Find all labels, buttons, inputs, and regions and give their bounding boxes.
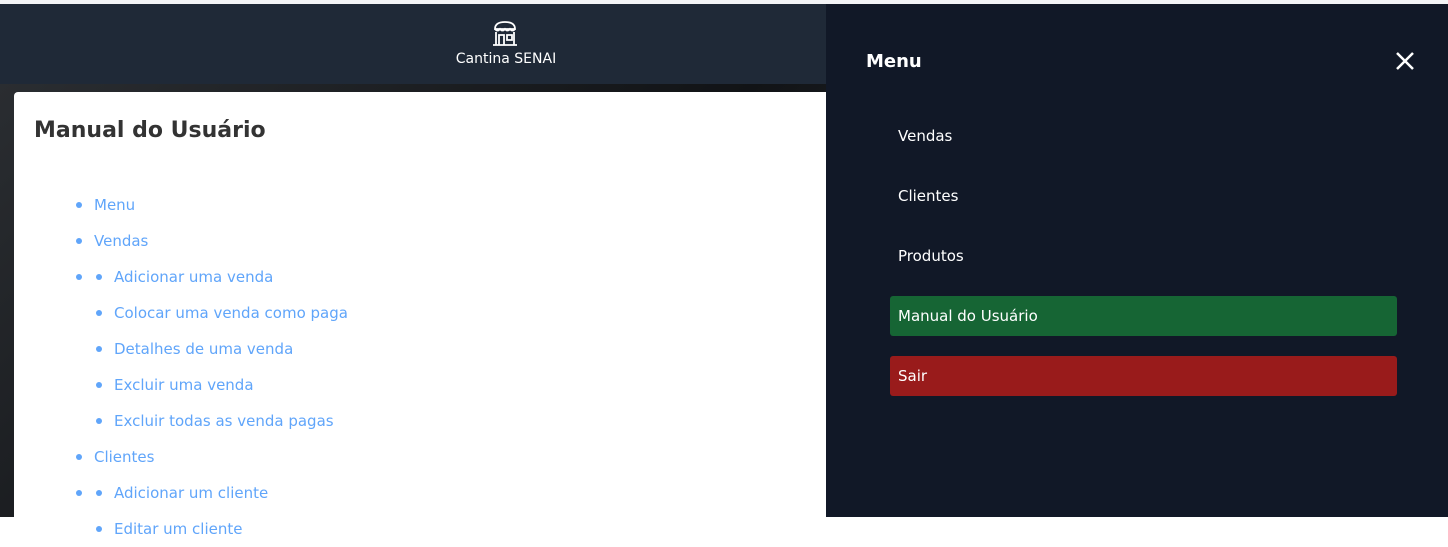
toc-group-vendas: Adicionar uma venda Colocar uma venda co…	[76, 259, 806, 439]
menu-item-produtos[interactable]: Produtos	[890, 236, 1397, 276]
menu-title: Menu	[866, 51, 922, 72]
toc-link[interactable]: Colocar uma venda como paga	[96, 295, 806, 331]
app-header: Cantina SENAI	[0, 4, 826, 84]
toc-link[interactable]: Adicionar uma venda	[96, 259, 806, 295]
menu-item-manual[interactable]: Manual do Usuário	[890, 296, 1397, 336]
toc-link[interactable]: Editar um cliente	[96, 511, 806, 547]
page-title: Manual do Usuário	[34, 118, 266, 143]
menu-item-clientes[interactable]: Clientes	[890, 176, 1397, 216]
menu-item-vendas[interactable]: Vendas	[890, 116, 1397, 156]
toc-link-clientes[interactable]: Clientes	[76, 439, 806, 475]
toc-link[interactable]: Detalhes de uma venda	[96, 331, 806, 367]
menu-item-sair[interactable]: Sair	[890, 356, 1397, 396]
toc-link-vendas[interactable]: Vendas	[76, 223, 806, 259]
toc-link-menu[interactable]: Menu	[76, 187, 806, 223]
store-icon	[493, 21, 517, 46]
side-menu: Menu Vendas Clientes Produtos Manual do …	[826, 4, 1448, 517]
toc-group-clientes: Adicionar um cliente Editar um cliente	[76, 475, 806, 547]
manual-toc: Menu Vendas Adicionar uma venda Colocar …	[34, 187, 806, 547]
manual-card: Manual do Usuário Menu Vendas Adicionar …	[14, 92, 826, 538]
close-icon[interactable]	[1394, 50, 1416, 72]
toc-link[interactable]: Excluir uma venda	[96, 367, 806, 403]
toc-link[interactable]: Adicionar um cliente	[96, 475, 806, 511]
toc-link[interactable]: Excluir todas as venda pagas	[96, 403, 806, 439]
